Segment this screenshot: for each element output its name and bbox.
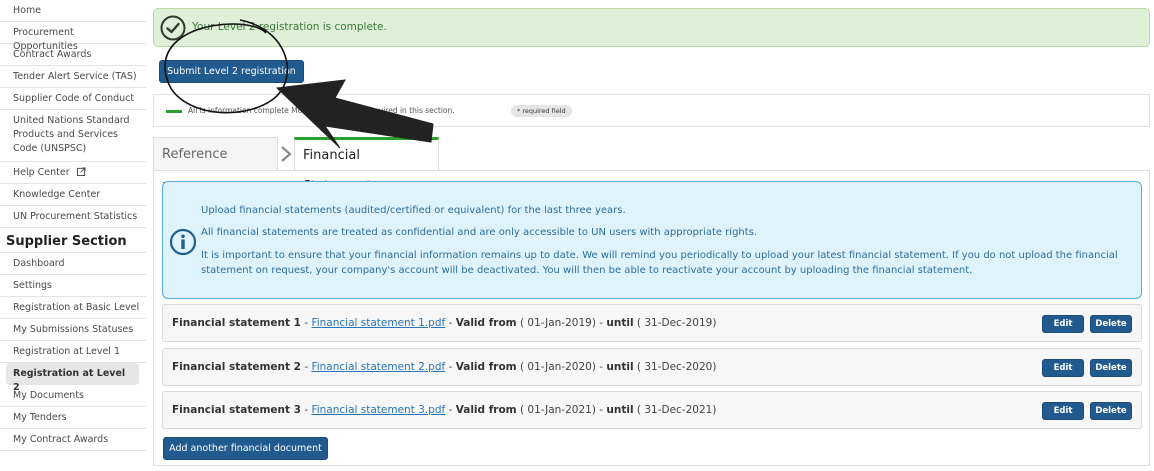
statement-text: Financial statement 1 - Financial statem… xyxy=(172,317,717,329)
info-line-2: All financial statements are treated as … xyxy=(201,227,758,238)
until-date: ( 31-Dec-2021) xyxy=(636,404,717,416)
statement-row: Financial statement 2 - Financial statem… xyxy=(162,348,1142,386)
info-line-3: It is important to ensure that your fina… xyxy=(201,250,1118,276)
until-date: ( 31-Dec-2019) xyxy=(636,317,717,329)
success-message: Your Level 2 registration is complete. xyxy=(192,21,387,33)
delete-button[interactable]: Delete xyxy=(1090,402,1132,420)
until-label: until xyxy=(606,404,634,416)
sidebar-item-dashboard[interactable]: Dashboard xyxy=(0,253,146,275)
sidebar-item-level-2[interactable]: Registration at Level 2 xyxy=(6,363,139,393)
sidebar-item-basic-level[interactable]: Registration at Basic Level xyxy=(0,297,146,319)
sidebar-item-label: Help Center xyxy=(13,167,70,178)
sidebar-item-submissions[interactable]: My Submissions Statuses xyxy=(0,319,146,341)
info-box: Upload financial statements (audited/cer… xyxy=(162,181,1142,299)
legend-text: All is information complete More informa… xyxy=(188,106,455,115)
statement-title: Financial statement 2 xyxy=(172,361,301,373)
valid-from-label: Valid from xyxy=(455,317,517,329)
statement-file-link[interactable]: Financial statement 2.pdf xyxy=(311,361,445,373)
until-label: until xyxy=(606,361,634,373)
edit-button[interactable]: Edit xyxy=(1042,315,1084,333)
valid-from-label: Valid from xyxy=(455,361,517,373)
legend-bar: All is information complete More informa… xyxy=(153,94,1150,127)
section-title: Supplier Section xyxy=(0,228,146,253)
submit-level-2-button[interactable]: Submit Level 2 registration xyxy=(159,60,304,83)
info-icon xyxy=(169,228,197,256)
tab-reference-letters[interactable]: Reference Letters xyxy=(153,137,278,196)
edit-button[interactable]: Edit xyxy=(1042,359,1084,377)
statement-text: Financial statement 3 - Financial statem… xyxy=(172,404,717,416)
valid-from-date: ( 01-Jan-2020) xyxy=(519,361,596,373)
sidebar-item-level-1[interactable]: Registration at Level 1 xyxy=(0,341,146,363)
sidebar-item-procurement-opportunities[interactable]: Procurement Opportunities xyxy=(0,22,146,52)
tab-financial-statements[interactable]: Financial Statements xyxy=(294,137,439,194)
until-label: until xyxy=(606,317,634,329)
sidebar-item-contract-awards[interactable]: Contract Awards xyxy=(0,44,146,66)
sidebar-item-tas[interactable]: Tender Alert Service (TAS) xyxy=(0,66,146,88)
sidebar-item-unspsc[interactable]: United Nations Standard Products and Ser… xyxy=(0,110,146,162)
statement-title: Financial statement 3 xyxy=(172,404,301,416)
valid-from-date: ( 01-Jan-2019) xyxy=(519,317,596,329)
statement-row: Financial statement 3 - Financial statem… xyxy=(162,391,1142,429)
valid-from-date: ( 01-Jan-2021) xyxy=(519,404,596,416)
sidebar-item-documents[interactable]: My Documents xyxy=(0,385,146,407)
sidebar-item-code-of-conduct[interactable]: Supplier Code of Conduct xyxy=(0,88,146,110)
until-date: ( 31-Dec-2020) xyxy=(636,361,717,373)
sidebar-item-tenders[interactable]: My Tenders xyxy=(0,407,146,429)
statement-file-link[interactable]: Financial statement 1.pdf xyxy=(311,317,445,329)
complete-indicator xyxy=(166,110,182,113)
add-financial-document-button[interactable]: Add another financial document xyxy=(163,437,328,460)
success-banner: Your Level 2 registration is complete. xyxy=(153,8,1150,47)
info-line-1: Upload financial statements (audited/cer… xyxy=(201,205,626,216)
delete-button[interactable]: Delete xyxy=(1090,359,1132,377)
delete-button[interactable]: Delete xyxy=(1090,315,1132,333)
tab-strip: Reference Letters Financial Statements xyxy=(153,137,1150,196)
sidebar-item-contract-awards-mine[interactable]: My Contract Awards xyxy=(0,429,146,451)
sidebar: Home Procurement Opportunities Contract … xyxy=(0,0,146,471)
external-link-icon xyxy=(76,167,86,176)
edit-button[interactable]: Edit xyxy=(1042,402,1084,420)
sidebar-item-home[interactable]: Home xyxy=(0,0,146,22)
valid-from-label: Valid from xyxy=(455,404,517,416)
chevron-right-icon xyxy=(281,146,292,162)
statement-file-link[interactable]: Financial statement 3.pdf xyxy=(311,404,445,416)
statement-row: Financial statement 1 - Financial statem… xyxy=(162,304,1142,342)
sidebar-item-settings[interactable]: Settings xyxy=(0,275,146,297)
statement-text: Financial statement 2 - Financial statem… xyxy=(172,361,717,373)
statement-title: Financial statement 1 xyxy=(172,317,301,329)
required-field-badge: * required field xyxy=(511,105,572,117)
sidebar-item-help-center[interactable]: Help Center xyxy=(0,162,146,184)
sidebar-item-knowledge-center[interactable]: Knowledge Center xyxy=(0,184,146,206)
sidebar-item-statistics[interactable]: UN Procurement Statistics xyxy=(0,206,146,228)
check-circle-icon xyxy=(160,15,186,41)
